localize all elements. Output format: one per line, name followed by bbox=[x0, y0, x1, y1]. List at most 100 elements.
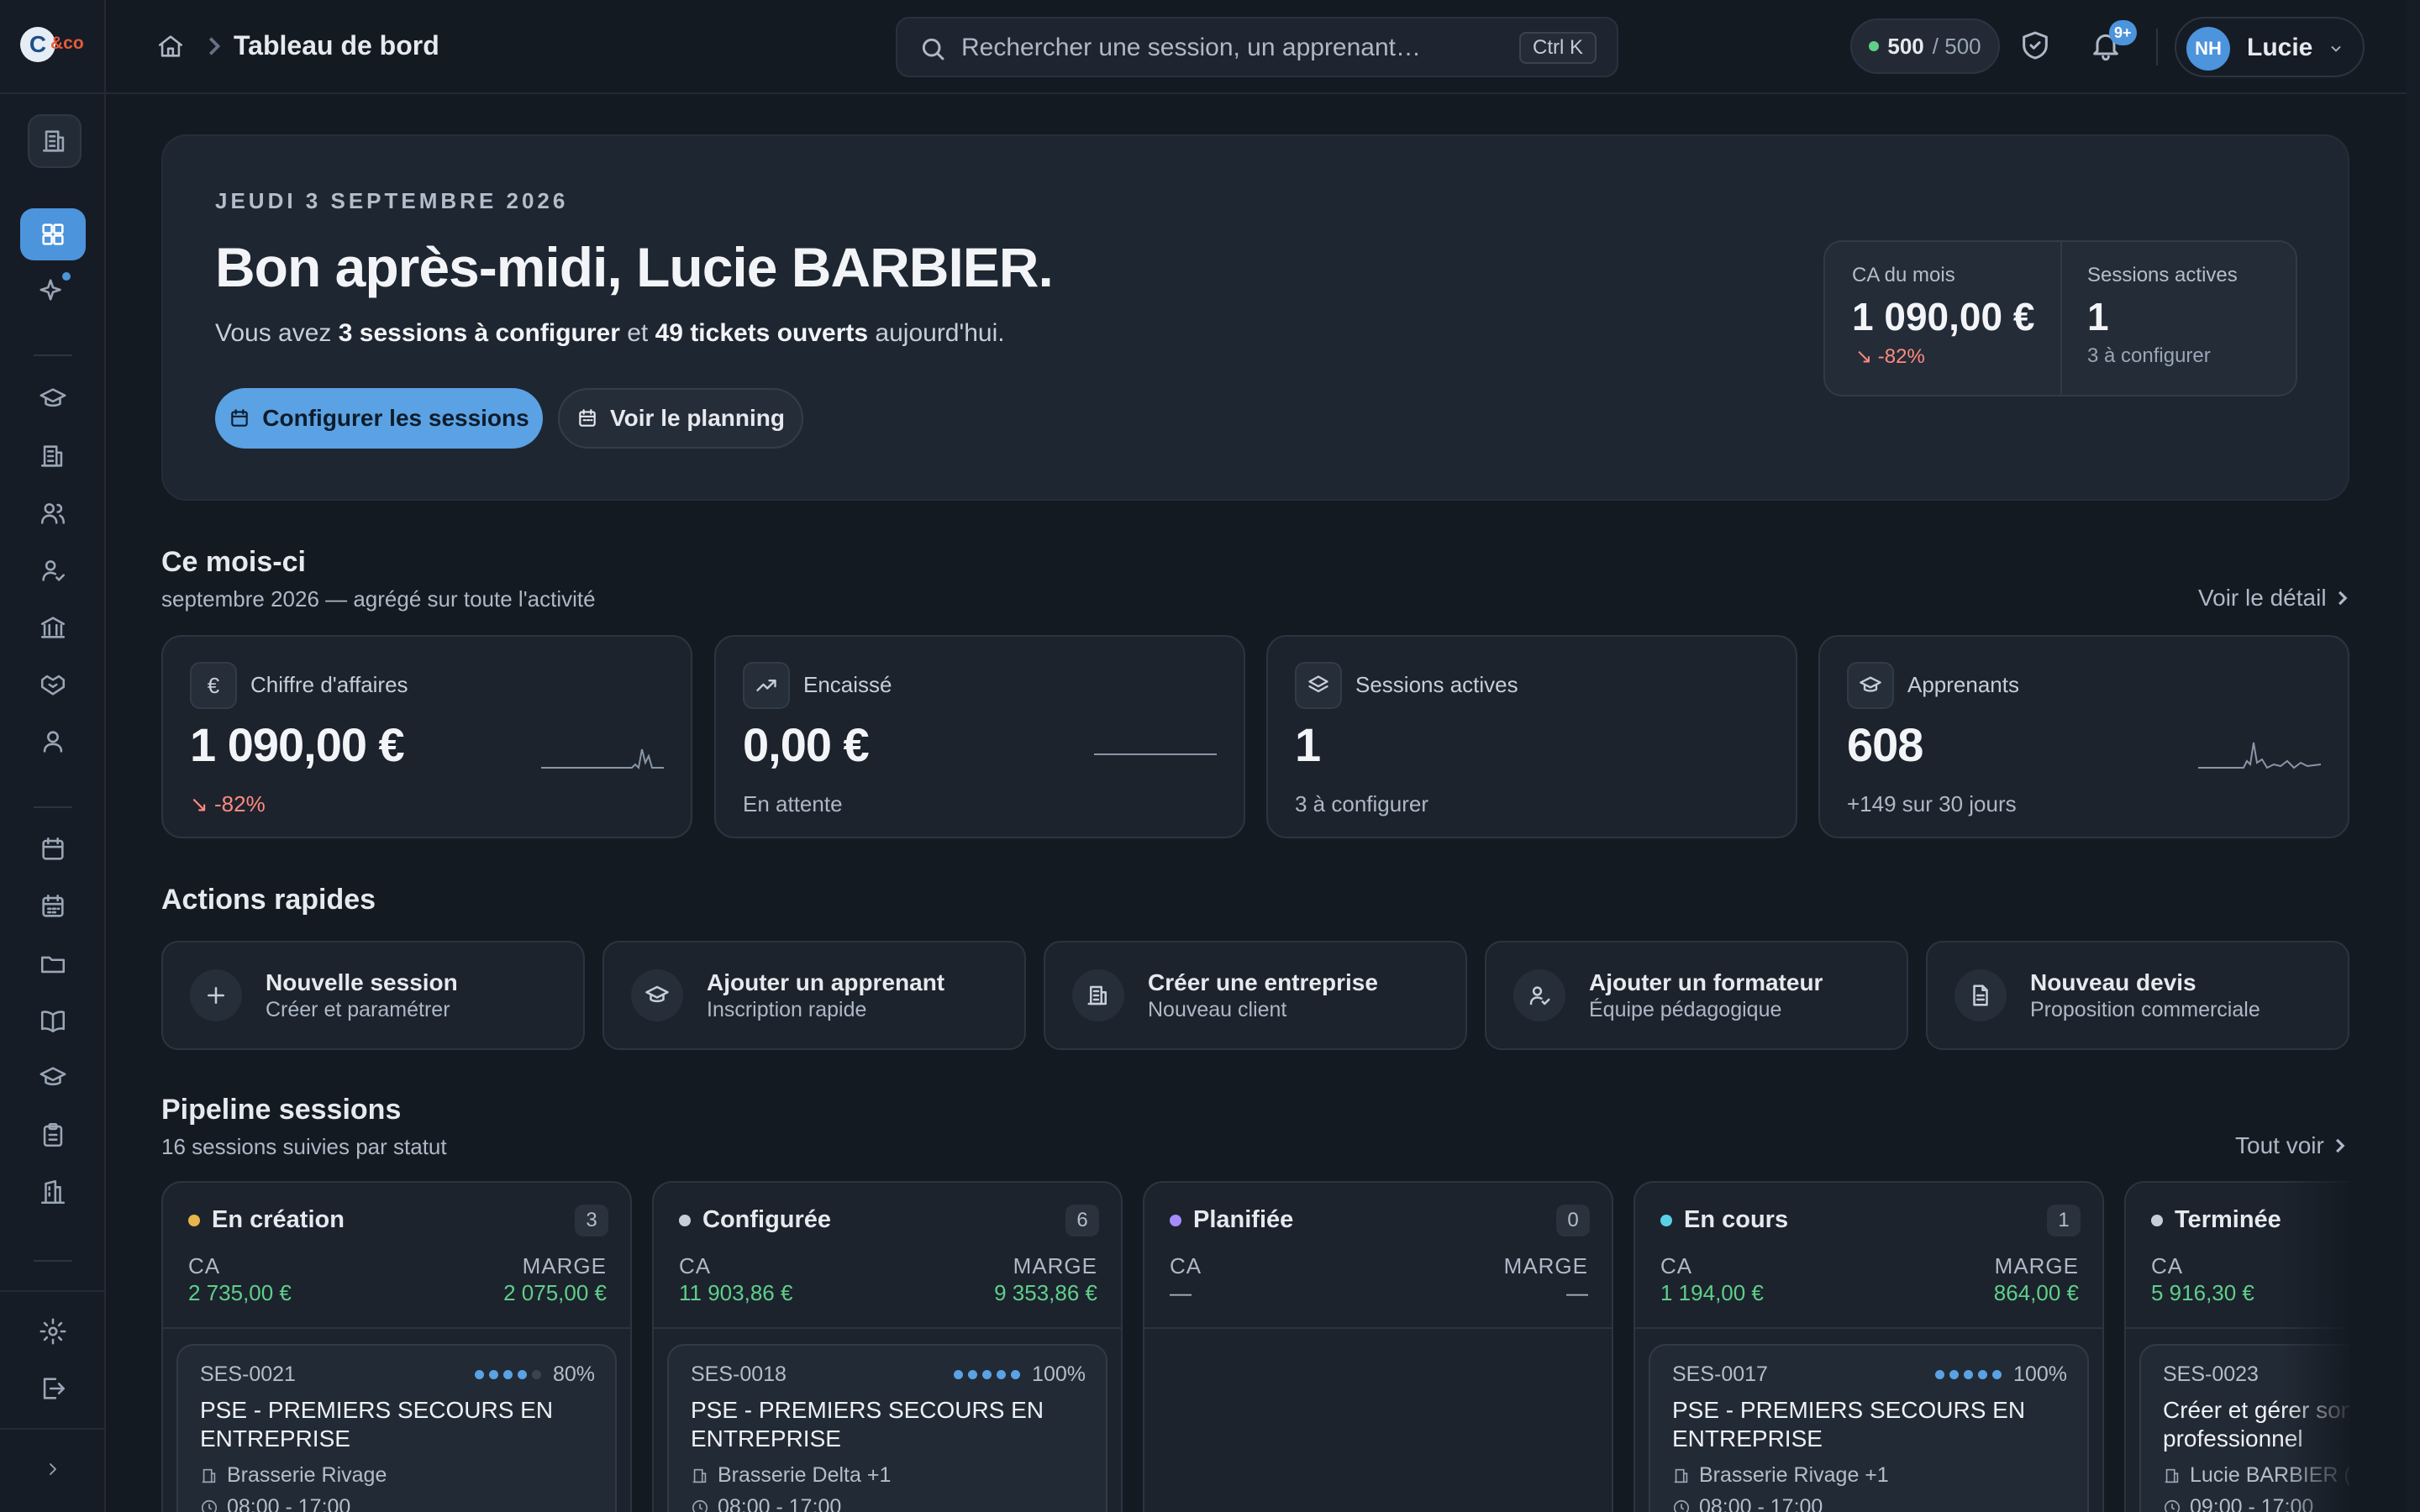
progress-dot bbox=[1964, 1370, 1974, 1379]
kpi-card-collected[interactable]: Encaissé 0,00 € En attente bbox=[714, 635, 1245, 838]
summary-sessions: 3 sessions à configurer bbox=[338, 319, 620, 347]
page-title: Tableau de bord bbox=[234, 30, 439, 60]
sidebar-item-companies[interactable] bbox=[20, 430, 86, 482]
session-card[interactable]: SES-0021 80% PSE - PREMIERS SECOURS EN E… bbox=[176, 1344, 617, 1512]
view-detail-link[interactable]: Voir le détail bbox=[2198, 585, 2349, 612]
credits-total: / 500 bbox=[1932, 33, 1981, 59]
company-name: Brasserie Rivage +1 bbox=[1699, 1463, 1889, 1487]
marge-label: MARGE bbox=[522, 1253, 607, 1278]
chevron-right-icon bbox=[50, 1463, 56, 1475]
progress-dot bbox=[531, 1370, 541, 1379]
pipeline-board[interactable]: En création 3 CA MARGE 2 735,00 € 2 075,… bbox=[161, 1181, 2349, 1512]
sparkline bbox=[1094, 731, 1217, 771]
session-progress: 100% bbox=[954, 1362, 1086, 1387]
marge-value: 2 075,00 € bbox=[503, 1280, 607, 1305]
clock-icon bbox=[1673, 1499, 1690, 1512]
column-name: En création bbox=[212, 1206, 345, 1233]
summary-suffix: aujourd'hui. bbox=[868, 319, 1005, 347]
progress-dot bbox=[502, 1370, 513, 1379]
marge-value: 9 353,86 € bbox=[994, 1280, 1097, 1305]
chevron-right-icon bbox=[2338, 591, 2348, 606]
sidebar-item-tasks[interactable] bbox=[20, 1109, 86, 1161]
plus-icon bbox=[190, 969, 242, 1021]
kpi-card-revenue[interactable]: € Chiffre d'affaires 1 090,00 € ↘ -82% bbox=[161, 635, 692, 838]
kpi-card-active-sessions[interactable]: Sessions actives 1 3 à configurer bbox=[1266, 635, 1797, 838]
sidebar-item-trainings[interactable] bbox=[20, 1052, 86, 1104]
sidebar-item-trainers[interactable] bbox=[20, 544, 86, 596]
sidebar-item-assistant[interactable] bbox=[20, 264, 86, 316]
security-button[interactable] bbox=[2018, 29, 2054, 64]
session-card[interactable]: SES-0017 100% PSE - PREMIERS SECOURS EN … bbox=[1649, 1344, 2089, 1512]
time-range: 08:00 - 17:00 bbox=[1699, 1495, 1823, 1512]
pipeline-column-configuree: Configurée 6 CA MARGE 11 903,86 € 9 353,… bbox=[652, 1181, 1123, 1512]
sidebar-item-settings[interactable] bbox=[20, 1305, 86, 1357]
sidebar-item-organization[interactable] bbox=[28, 114, 82, 168]
view-planning-button[interactable]: Voir le planning bbox=[558, 388, 803, 449]
graduation-cap-icon bbox=[631, 969, 683, 1021]
sidebar-item-team[interactable] bbox=[20, 716, 86, 768]
session-title: PSE - PREMIERS SECOURS EN ENTREPRISE bbox=[1672, 1397, 2026, 1452]
home-icon bbox=[158, 35, 183, 57]
global-search[interactable]: Ctrl K bbox=[896, 17, 1618, 77]
ca-label: CA bbox=[188, 1253, 221, 1278]
pipeline-column-header: Planifiée 0 CA MARGE — — bbox=[1144, 1183, 1612, 1329]
sidebar-item-funders[interactable] bbox=[20, 601, 86, 654]
sidebar-item-calendar[interactable] bbox=[20, 823, 86, 875]
status-dot bbox=[188, 1215, 200, 1226]
kpi-value: 1 bbox=[1295, 718, 1321, 771]
kpi-label: Sessions actives bbox=[1355, 672, 1518, 697]
quick-action-new-quote[interactable]: Nouveau devis Proposition commerciale bbox=[1926, 941, 2349, 1050]
session-card[interactable]: SES-0018 100% PSE - PREMIERS SECOURS EN … bbox=[667, 1344, 1107, 1512]
sidebar-item-formations[interactable] bbox=[20, 373, 86, 425]
search-input[interactable] bbox=[961, 30, 1482, 66]
view-all-link[interactable]: Tout voir bbox=[2235, 1132, 2346, 1159]
book-open-icon bbox=[40, 1011, 66, 1033]
column-name: Terminée bbox=[2175, 1206, 2281, 1233]
progress-label: 80% bbox=[552, 1362, 595, 1386]
marge-label: MARGE bbox=[1994, 1253, 2079, 1278]
quick-action-new-session[interactable]: Nouvelle session Créer et paramétrer bbox=[161, 941, 585, 1050]
building-icon bbox=[42, 130, 65, 152]
sidebar-item-learners[interactable] bbox=[20, 487, 86, 539]
kpi-label: Apprenants bbox=[1907, 672, 2019, 697]
sidebar-item-quality[interactable] bbox=[20, 1166, 86, 1218]
progress-dot bbox=[1949, 1370, 1960, 1379]
notifications-button[interactable]: 9+ bbox=[2089, 20, 2137, 64]
quick-action-create-company[interactable]: Créer une entreprise Nouveau client bbox=[1044, 941, 1467, 1050]
kpi-card-learners[interactable]: Apprenants 608 +149 sur 30 jours bbox=[1818, 635, 2349, 838]
app-logo[interactable]: C &co bbox=[20, 27, 87, 64]
calendar-icon bbox=[42, 837, 64, 860]
ca-label: CA bbox=[1660, 1253, 1693, 1278]
credits-badge[interactable]: 500 / 500 bbox=[1850, 18, 2000, 74]
stat-value-sessions: 1 bbox=[2087, 295, 2109, 339]
sidebar-item-catalog[interactable] bbox=[20, 995, 86, 1047]
session-title: PSE - PREMIERS SECOURS EN ENTREPRISE bbox=[691, 1397, 1044, 1452]
kpi-note: +149 sur 30 jours bbox=[1847, 791, 2017, 816]
building-icon bbox=[692, 1468, 707, 1483]
quick-action-add-trainer[interactable]: Ajouter un formateur Équipe pédagogique bbox=[1485, 941, 1908, 1050]
home-button[interactable] bbox=[156, 32, 185, 60]
configure-sessions-button[interactable]: Configurer les sessions bbox=[215, 388, 543, 449]
session-time: 08:00 - 17:00 bbox=[1672, 1495, 1823, 1512]
sidebar-expand-button[interactable] bbox=[29, 1445, 77, 1494]
users-icon bbox=[40, 503, 66, 524]
welcome-hero: JEUDI 3 SEPTEMBRE 2026 Bon après-midi, L… bbox=[161, 134, 2349, 501]
progress-dot bbox=[982, 1370, 992, 1379]
handshake-icon bbox=[40, 675, 66, 696]
document-icon bbox=[1954, 969, 2007, 1021]
sidebar-item-logout[interactable] bbox=[20, 1362, 86, 1415]
calendar-grid-icon bbox=[42, 894, 64, 917]
calendar-icon bbox=[231, 409, 249, 427]
session-progress: 80% bbox=[474, 1362, 595, 1387]
sidebar-divider bbox=[34, 354, 72, 356]
page-scrollbar[interactable] bbox=[2407, 0, 2420, 1512]
trending-up-icon bbox=[743, 662, 790, 709]
quick-action-add-learner[interactable]: Ajouter un apprenant Inscription rapide bbox=[602, 941, 1026, 1050]
sidebar-item-planning[interactable] bbox=[20, 880, 86, 932]
sidebar-item-partners[interactable] bbox=[20, 659, 86, 711]
sidebar-item-documents[interactable] bbox=[20, 937, 86, 990]
user-menu[interactable]: NH Lucie bbox=[2175, 17, 2365, 77]
sidebar-item-dashboard[interactable] bbox=[20, 208, 86, 260]
pipeline-column-planifiee: Planifiée 0 CA MARGE — — bbox=[1143, 1181, 1613, 1512]
pipeline-column-en-cours: En cours 1 CA MARGE 1 194,00 € 864,00 € … bbox=[1634, 1181, 2104, 1512]
